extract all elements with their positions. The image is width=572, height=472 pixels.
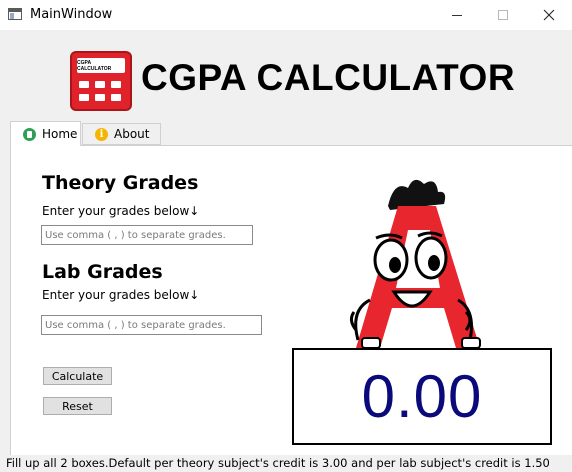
lab-grades-input[interactable] [41, 315, 262, 335]
logo-key [111, 94, 121, 101]
tab-about-label: About [114, 127, 150, 141]
lab-hint: Enter your grades below↓ [42, 288, 200, 302]
grade-a-mascot [349, 179, 481, 349]
logo-key [95, 94, 105, 101]
title-bar: MainWindow [0, 0, 572, 30]
logo-key [111, 81, 121, 88]
result-display: 0.00 [292, 348, 552, 445]
logo-key [79, 94, 89, 101]
window-icon [8, 8, 22, 20]
calculator-logo: CGPA CALCULATOR [70, 51, 132, 111]
minimize-button[interactable] [434, 0, 480, 30]
maximize-icon [498, 10, 508, 20]
maximize-button[interactable] [480, 0, 526, 30]
calculator-icon [23, 127, 36, 141]
calculate-button[interactable]: Calculate [43, 367, 112, 385]
app-heading: CGPA CALCULATOR [141, 57, 516, 98]
logo-key [95, 81, 105, 88]
theory-heading: Theory Grades [42, 172, 199, 194]
status-bar: Fill up all 2 boxes.Default per theory s… [0, 455, 572, 472]
logo-screen: CGPA CALCULATOR [77, 58, 125, 73]
tab-home[interactable]: Home [10, 121, 81, 146]
reset-button[interactable]: Reset [43, 397, 112, 415]
mascot-hands [361, 337, 481, 349]
info-icon: i [95, 127, 108, 141]
theory-hint: Enter your grades below↓ [42, 204, 200, 218]
theory-grades-input[interactable] [41, 225, 253, 245]
logo-key [79, 81, 89, 88]
tab-about[interactable]: i About [82, 123, 161, 145]
cgpa-result-value: 0.00 [361, 363, 483, 430]
tab-home-label: Home [42, 127, 78, 141]
mascot-hair [388, 179, 446, 210]
mascot-letter-a [356, 206, 480, 348]
minimize-icon [452, 14, 462, 16]
lab-heading: Lab Grades [42, 261, 163, 283]
close-icon [543, 9, 555, 21]
window-title: MainWindow [30, 7, 113, 22]
close-button[interactable] [526, 0, 572, 30]
